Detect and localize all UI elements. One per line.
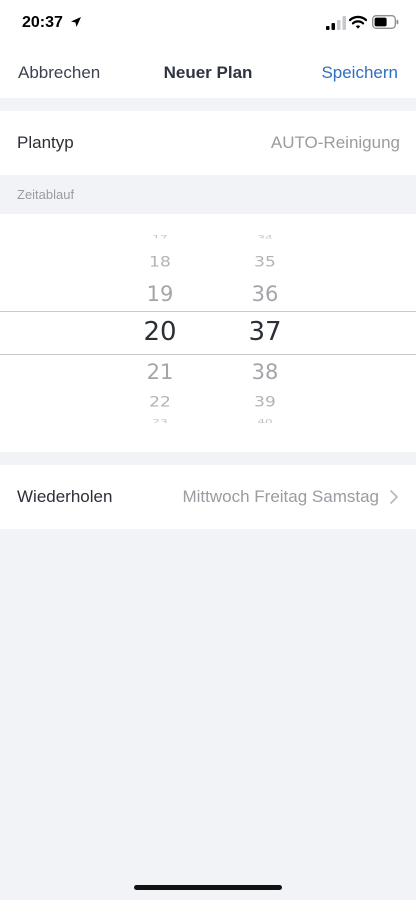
hour-option[interactable]: 18 [130,254,190,271]
selected-hour[interactable]: 20 [130,317,190,347]
timeline-section-title: Zeitablauf [17,187,75,202]
picker-selection-top-line [0,311,416,312]
repeat-days-value: Mittwoch Freitag Samstag [182,487,379,506]
save-button[interactable]: Speichern [321,63,398,83]
minute-option[interactable]: 35 [235,254,295,271]
wifi-icon [349,15,367,29]
hour-option[interactable]: 21 [130,360,190,384]
hour-option[interactable]: 19 [130,282,190,306]
plan-type-value: AUTO-Reinigung [270,133,400,152]
status-bar: 20:37 [0,0,416,48]
status-time: 20:37 [22,14,63,31]
minute-option[interactable]: 36 [235,282,295,306]
battery-icon [372,15,399,29]
timeline-section-header: Zeitablauf [0,176,416,214]
location-arrow-icon [71,17,81,27]
chevron-right-icon[interactable] [389,489,399,505]
cancel-button[interactable]: Abbrechen [18,63,100,83]
hour-option[interactable]: 17 [130,234,190,238]
plan-type-label: Plantyp [17,133,74,152]
cellular-signal-icon [326,16,346,30]
hour-option[interactable]: 23 [130,418,190,423]
minute-option[interactable]: 40 [235,418,295,423]
minute-option[interactable]: 38 [235,360,295,384]
page-title: Neuer Plan [163,63,253,82]
selected-minute[interactable]: 37 [235,317,295,347]
minute-option[interactable]: 39 [235,394,295,411]
plan-type-row[interactable]: Plantyp AUTO-Reinigung [0,111,416,175]
repeat-row[interactable]: Wiederholen Mittwoch Freitag Samstag [0,465,416,529]
time-picker[interactable]: 17 18 19 20 21 22 23 34 35 36 37 38 39 4… [0,214,416,452]
home-indicator[interactable] [134,885,282,890]
hour-option[interactable]: 22 [130,394,190,411]
minute-option[interactable]: 34 [235,234,295,238]
navigation-bar: Abbrechen Neuer Plan Speichern [0,48,416,98]
repeat-label: Wiederholen [17,487,113,506]
picker-selection-bottom-line [0,354,416,355]
